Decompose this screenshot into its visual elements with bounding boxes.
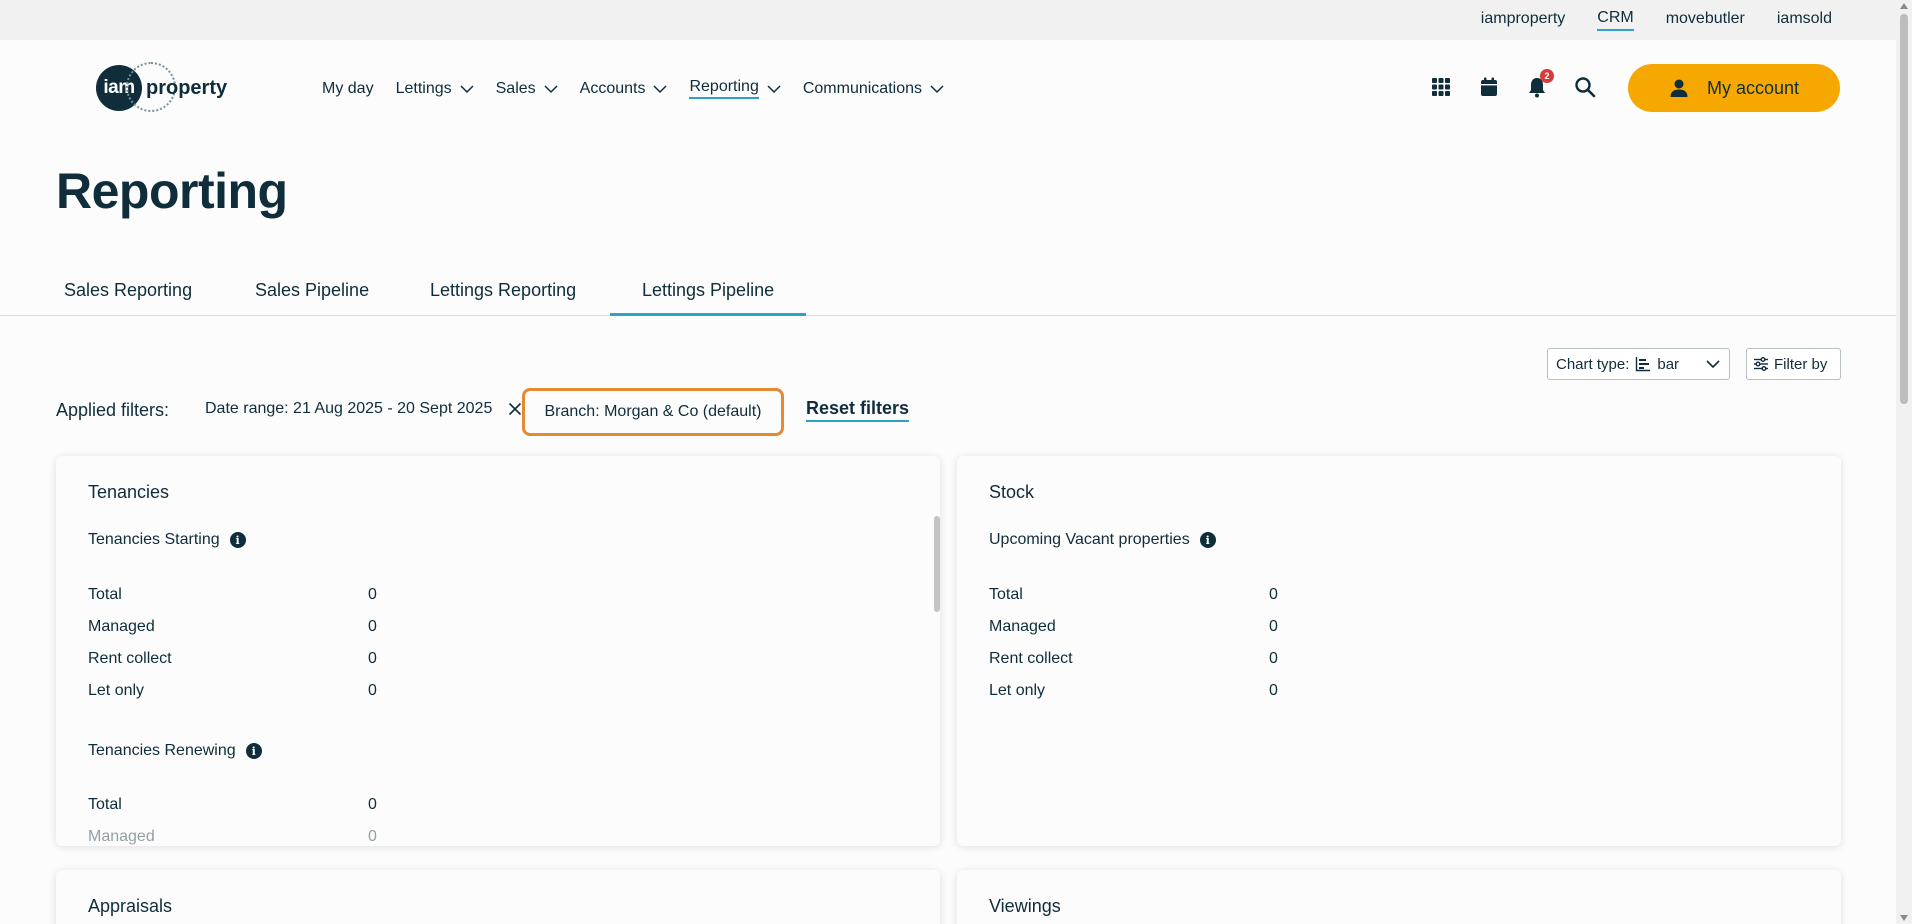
chart-type-value: bar: [1657, 355, 1680, 373]
scrollbar-thumb[interactable]: [1900, 14, 1908, 404]
page-title: Reporting: [56, 163, 288, 219]
tenancies-starting-heading: Tenancies Starting i: [88, 531, 246, 549]
brand-switcher-bar: iamproperty CRM movebutler iamsold: [0, 0, 1896, 40]
reset-filters-link[interactable]: Reset filters: [806, 398, 910, 422]
tab-sales-pipeline[interactable]: Sales Pipeline: [255, 280, 369, 316]
appraisals-card-title: Appraisals: [88, 896, 173, 916]
nav-label: Reporting: [689, 78, 759, 99]
nav-item-reporting[interactable]: Reporting: [689, 78, 781, 99]
viewings-card-title: Viewings: [989, 896, 1061, 916]
stat-label: Managed: [989, 618, 1056, 635]
stat-value: 0: [368, 682, 377, 699]
bar-chart-icon: [1636, 357, 1651, 372]
section-title-text: Tenancies Renewing: [88, 742, 236, 759]
filter-by-button[interactable]: Filter by: [1746, 348, 1841, 380]
tab-sales-reporting[interactable]: Sales Reporting: [64, 280, 192, 316]
header-icons: 2: [1430, 69, 1596, 98]
tenancies-renewing-heading: Tenancies Renewing i: [88, 742, 262, 760]
nav-label: My day: [322, 79, 374, 97]
stat-label: Rent collect: [989, 650, 1073, 667]
info-icon[interactable]: i: [1199, 532, 1216, 548]
scroll-down-arrow-icon[interactable]: [1900, 915, 1908, 921]
stat-label: Let only: [989, 682, 1046, 699]
chevron-down-icon: [460, 84, 474, 93]
nav-item-lettings[interactable]: Lettings: [396, 78, 474, 99]
stat-value: 0: [1269, 682, 1278, 699]
brand-link-crm[interactable]: CRM: [1597, 9, 1634, 31]
chart-type-label: Chart type:: [1556, 355, 1630, 373]
stat-value: 0: [1269, 618, 1278, 635]
notification-badge: 2: [1540, 69, 1554, 83]
search-icon[interactable]: [1574, 76, 1596, 98]
apps-grid-icon[interactable]: [1430, 76, 1452, 98]
main-header: iam property My day Lettings Sales Accou…: [0, 40, 1896, 136]
brand-link-movebutler[interactable]: movebutler: [1666, 10, 1745, 30]
stat-value: 0: [1269, 586, 1278, 603]
nav-item-sales[interactable]: Sales: [496, 78, 558, 99]
info-icon[interactable]: i: [229, 532, 246, 548]
appraisals-card: Appraisals: [56, 870, 940, 924]
stat-value: 0: [368, 586, 377, 603]
chevron-down-icon: [544, 84, 558, 93]
notifications-button[interactable]: 2: [1526, 69, 1554, 98]
stat-value: 0: [368, 618, 377, 635]
chevron-down-icon: [930, 84, 944, 93]
page-scrollbar[interactable]: [1896, 0, 1912, 924]
brand-link-iamproperty[interactable]: iamproperty: [1481, 10, 1565, 30]
nav-item-accounts[interactable]: Accounts: [580, 78, 668, 99]
stat-label: Let only: [88, 682, 145, 699]
nav-label: Lettings: [395, 79, 452, 97]
stat-label: Total: [88, 796, 122, 813]
main-nav: My day Lettings Sales Accounts Reporting…: [322, 78, 944, 99]
tenancies-card: Tenancies Tenancies Starting i Total 0 M…: [56, 456, 940, 846]
section-title-text: Upcoming Vacant properties: [989, 531, 1190, 548]
nav-label: Accounts: [579, 79, 646, 97]
close-icon[interactable]: [508, 402, 522, 416]
scroll-up-arrow-icon[interactable]: [1900, 3, 1908, 9]
nav-label: Communications: [802, 79, 922, 97]
tenancies-card-title: Tenancies: [88, 482, 170, 502]
chevron-down-icon: [767, 84, 781, 93]
stat-value: 0: [368, 650, 377, 667]
date-range-filter-label: Date range: 21 Aug 2025 - 20 Sept 2025: [205, 400, 493, 417]
nav-item-communications[interactable]: Communications: [803, 78, 944, 99]
nav-item-my-day[interactable]: My day: [322, 78, 374, 99]
date-range-filter-chip: Date range: 21 Aug 2025 - 20 Sept 2025: [205, 400, 522, 418]
chevron-down-icon: [653, 84, 667, 93]
calendar-icon[interactable]: [1478, 76, 1500, 98]
filter-by-label: Filter by: [1774, 355, 1828, 373]
reporting-tabs: Sales Reporting Sales Pipeline Lettings …: [0, 268, 1896, 316]
stat-value: 0: [368, 796, 377, 813]
iamproperty-logo[interactable]: iam property: [96, 62, 236, 112]
my-account-label: My account: [1706, 77, 1800, 98]
nav-label: Sales: [495, 79, 536, 97]
branch-filter-chip[interactable]: Branch: Morgan & Co (default): [522, 388, 784, 436]
tab-lettings-reporting[interactable]: Lettings Reporting: [430, 280, 576, 316]
stat-value: 0: [1269, 650, 1278, 667]
viewings-card: Viewings: [957, 870, 1841, 924]
section-title-text: Tenancies Starting: [88, 531, 220, 548]
stat-value: 0: [368, 828, 377, 845]
logo-word: property: [146, 76, 228, 99]
user-icon: [1670, 79, 1688, 97]
stock-card-title: Stock: [989, 482, 1035, 502]
stock-card: Stock Upcoming Vacant properties i Total…: [957, 456, 1841, 846]
stat-label: Managed: [88, 828, 155, 845]
stat-label: Rent collect: [88, 650, 172, 667]
card-scrollbar[interactable]: [934, 516, 940, 612]
applied-filters-label: Applied filters:: [56, 400, 170, 420]
my-account-button[interactable]: My account: [1628, 64, 1840, 112]
upcoming-vacant-heading: Upcoming Vacant properties i: [989, 531, 1216, 549]
stat-label: Managed: [88, 618, 155, 635]
sliders-icon: [1754, 357, 1768, 371]
brand-link-iamsold[interactable]: iamsold: [1777, 10, 1832, 30]
chart-type-select[interactable]: Chart type: bar: [1547, 348, 1730, 380]
stat-label: Total: [989, 586, 1023, 603]
chevron-down-icon: [1706, 360, 1720, 369]
info-icon[interactable]: i: [245, 743, 262, 759]
tab-lettings-pipeline[interactable]: Lettings Pipeline: [610, 280, 807, 316]
stat-label: Total: [88, 586, 122, 603]
